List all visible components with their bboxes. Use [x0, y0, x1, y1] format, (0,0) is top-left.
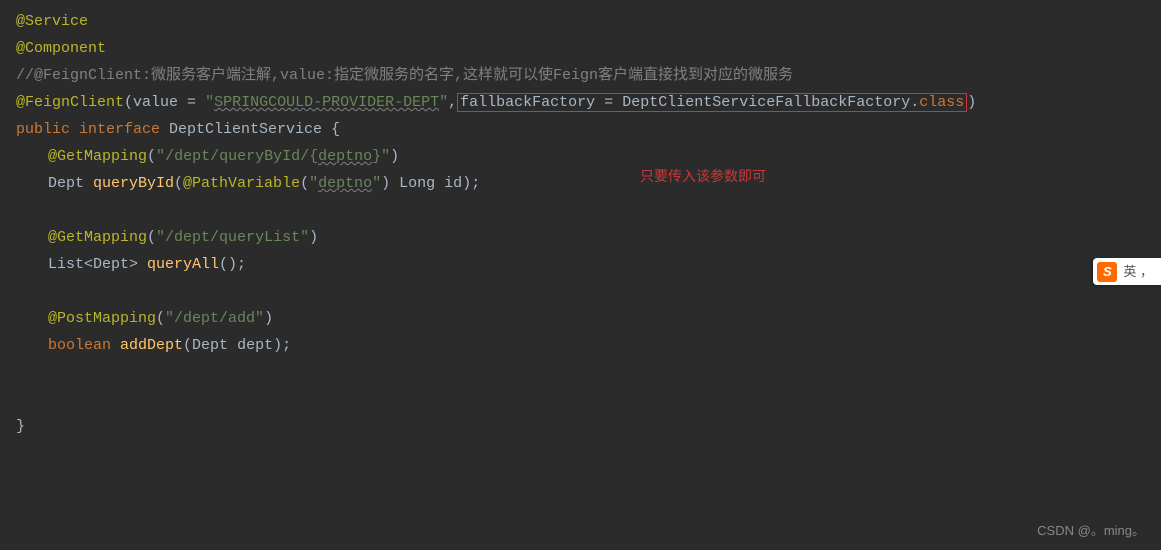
- param-dept: dept: [237, 337, 273, 354]
- path-prefix: /dept/queryById/{: [165, 148, 318, 165]
- string-quote: ": [439, 94, 448, 111]
- fallback-class: DeptClientServiceFallbackFactory: [622, 94, 910, 111]
- code-line-1: @Service: [16, 8, 1145, 35]
- ime-mode-text: 英 ，: [1123, 260, 1153, 283]
- comment-feignclient: //@FeignClient:微服务客户端注解,value:指定微服务的名字,这…: [16, 67, 793, 84]
- param-type-long: Long: [399, 175, 444, 192]
- path-add: "/dept/add": [165, 310, 264, 327]
- path-variable: deptno: [318, 148, 372, 165]
- code-line-10: List<Dept> queryAll();: [16, 251, 1145, 278]
- csdn-watermark: CSDN @。ming。: [1037, 519, 1145, 542]
- code-line-9: @GetMapping("/dept/queryList"): [16, 224, 1145, 251]
- string-quote: ": [205, 94, 214, 111]
- blank-line: [16, 278, 1145, 305]
- sogou-icon: S: [1097, 262, 1117, 282]
- value-key: value =: [133, 94, 205, 111]
- annotation-service: @Service: [16, 13, 88, 30]
- code-line-4: @FeignClient(value = "SPRINGCOULD-PROVID…: [16, 89, 1145, 116]
- code-line-3: //@FeignClient:微服务客户端注解,value:指定微服务的名字,这…: [16, 62, 1145, 89]
- interface-name: DeptClientService: [169, 121, 331, 138]
- method-queryById: queryById: [93, 175, 174, 192]
- highlighted-fallback-param: fallbackFactory = DeptClientServiceFallb…: [457, 93, 967, 112]
- method-queryAll: queryAll: [147, 256, 219, 273]
- parens-semi: ();: [219, 256, 246, 273]
- paren-close: ): [390, 148, 399, 165]
- fallback-key: fallbackFactory =: [460, 94, 622, 111]
- paren-open: (: [183, 337, 192, 354]
- paren-close-semi: );: [462, 175, 480, 192]
- keyword-interface: interface: [79, 121, 169, 138]
- paren-close: ): [309, 229, 318, 246]
- string-quote: ": [309, 175, 318, 192]
- code-line-6: @GetMapping("/dept/queryById/{deptno}"): [16, 143, 1145, 170]
- brace-open: {: [331, 121, 340, 138]
- annotation-component: @Component: [16, 40, 106, 57]
- paren-open: (: [147, 229, 156, 246]
- value-string: SPRINGCOULD-PROVIDER-DEPT: [214, 94, 439, 111]
- path-querylist: "/dept/queryList": [156, 229, 309, 246]
- class-keyword: class: [919, 94, 964, 111]
- paren-open: (: [156, 310, 165, 327]
- paren-close: ): [967, 94, 976, 111]
- red-annotation-text: 只要传入该参数即可: [640, 164, 766, 189]
- annotation-pathvariable: @PathVariable: [183, 175, 300, 192]
- param-type-dept: Dept: [192, 337, 237, 354]
- annotation-getmapping: @GetMapping: [48, 148, 147, 165]
- return-type: Dept: [48, 175, 93, 192]
- annotation-getmapping-2: @GetMapping: [48, 229, 147, 246]
- method-addDept: addDept: [120, 337, 183, 354]
- code-line-5: public interface DeptClientService {: [16, 116, 1145, 143]
- return-type-list: List<Dept>: [48, 256, 147, 273]
- paren-open: (: [147, 148, 156, 165]
- blank-line: [16, 359, 1145, 386]
- string-quote: ": [372, 175, 381, 192]
- code-line-7: Dept queryById(@PathVariable("deptno") L…: [16, 170, 1145, 197]
- dot: .: [910, 94, 919, 111]
- string-quote: ": [381, 148, 390, 165]
- code-line-end: }: [16, 413, 1145, 440]
- code-line-13: boolean addDept(Dept dept);: [16, 332, 1145, 359]
- comma: ,: [448, 94, 457, 111]
- inner-paren-close: ): [381, 175, 399, 192]
- inner-paren-open: (: [300, 175, 309, 192]
- ime-indicator[interactable]: S 英 ，: [1093, 258, 1161, 285]
- annotation-feignclient: @FeignClient: [16, 94, 124, 111]
- annotation-postmapping: @PostMapping: [48, 310, 156, 327]
- param-id: id: [444, 175, 462, 192]
- blank-line: [16, 197, 1145, 224]
- path-suffix: }: [372, 148, 381, 165]
- pathvar-string: deptno: [318, 175, 372, 192]
- string-quote: ": [156, 148, 165, 165]
- code-line-2: @Component: [16, 35, 1145, 62]
- brace-close: }: [16, 418, 25, 435]
- paren-open: (: [124, 94, 133, 111]
- paren-close-semi: );: [273, 337, 291, 354]
- code-line-12: @PostMapping("/dept/add"): [16, 305, 1145, 332]
- paren-close: ): [264, 310, 273, 327]
- paren-open: (: [174, 175, 183, 192]
- keyword-public: public: [16, 121, 79, 138]
- return-type-boolean: boolean: [48, 337, 120, 354]
- code-editor[interactable]: @Service @Component //@FeignClient:微服务客户…: [16, 8, 1145, 440]
- blank-line: [16, 386, 1145, 413]
